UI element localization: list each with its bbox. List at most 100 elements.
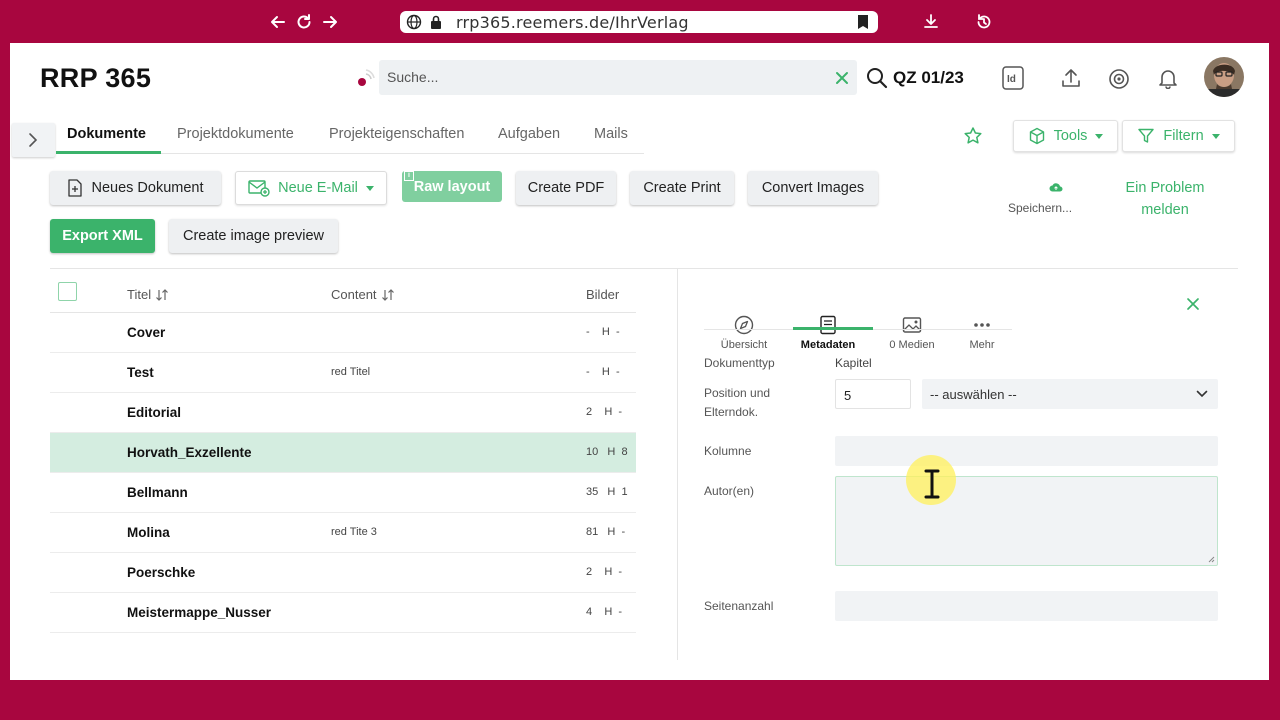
position-label: Position und Elterndok. xyxy=(704,384,770,422)
column-content-label: Content xyxy=(331,287,377,302)
notification-bell-icon[interactable] xyxy=(1157,67,1179,89)
live-signal-icon xyxy=(354,68,376,90)
detail-tab-metadata-label: Metadaten xyxy=(800,339,856,351)
detail-tab-overview[interactable]: Übersicht xyxy=(704,315,784,351)
position-label-line2: Elterndok. xyxy=(704,405,759,419)
parent-select-value: -- auswählen -- xyxy=(930,387,1017,402)
clear-search-icon[interactable] xyxy=(835,71,849,85)
tab-projektdokumente[interactable]: Projektdokumente xyxy=(177,126,294,142)
author-textarea[interactable] xyxy=(835,476,1218,566)
row-images: 2 H - xyxy=(586,566,623,578)
table-row[interactable]: Molina red Tite 3 81 H - xyxy=(50,513,636,553)
select-all-checkbox[interactable] xyxy=(58,282,77,301)
address-bar[interactable]: rrp365.reemers.de/IhrVerlag xyxy=(400,11,878,33)
tab-aufgaben[interactable]: Aufgaben xyxy=(498,126,560,142)
row-title: Meistermappe_Nusser xyxy=(127,605,272,620)
globe-icon xyxy=(406,14,422,30)
caret-down-icon xyxy=(365,185,374,191)
tab-mails[interactable]: Mails xyxy=(594,126,628,142)
filter-dropdown[interactable]: Filtern xyxy=(1122,120,1235,152)
row-title: Horvath_Exzellente xyxy=(127,445,252,460)
export-xml-label: Export XML xyxy=(62,228,143,244)
table-row[interactable]: Poerschke 2 H - xyxy=(50,553,636,593)
reload-icon[interactable] xyxy=(294,12,314,32)
caret-down-icon xyxy=(1211,133,1220,139)
column-header-content[interactable]: Content xyxy=(331,287,395,302)
row-content: red Titel xyxy=(331,366,371,378)
search-input[interactable]: Suche... xyxy=(379,60,857,95)
app-title: RRP 365 xyxy=(40,63,152,93)
create-pdf-button[interactable]: Create PDF xyxy=(516,171,616,205)
new-mail-icon xyxy=(248,180,270,197)
issue-selector[interactable]: QZ 01/23 xyxy=(893,68,964,88)
doc-type-value: Kapitel xyxy=(835,356,872,370)
history-icon[interactable] xyxy=(974,12,994,32)
forward-icon[interactable] xyxy=(320,12,340,32)
row-title: Cover xyxy=(127,325,166,340)
close-panel-icon[interactable] xyxy=(1186,297,1200,311)
more-dots-icon xyxy=(974,323,990,327)
column-header-images[interactable]: Bilder xyxy=(586,287,619,302)
author-label: Autor(en) xyxy=(704,484,755,498)
position-input[interactable]: 5 xyxy=(835,379,911,409)
new-email-button[interactable]: Neue E-Mail xyxy=(235,171,387,205)
filter-label: Filtern xyxy=(1163,128,1204,144)
table-row[interactable]: Test red Titel - H - xyxy=(50,353,636,393)
avatar[interactable] xyxy=(1204,57,1244,97)
cube-icon xyxy=(1029,127,1044,145)
upload-icon[interactable] xyxy=(1060,67,1082,89)
sidebar-expand-button[interactable] xyxy=(12,123,55,157)
download-icon[interactable] xyxy=(921,12,941,32)
row-content: red Tite 3 xyxy=(331,526,377,538)
parent-document-select[interactable]: -- auswählen -- xyxy=(922,379,1218,409)
convert-images-label: Convert Images xyxy=(761,180,865,196)
table-row[interactable]: Bellmann 35 H 1 xyxy=(50,473,636,513)
report-problem-link[interactable]: Ein Problem melden xyxy=(1110,177,1220,221)
row-title: Molina xyxy=(127,525,170,540)
row-images: - H - xyxy=(586,326,620,338)
table-row[interactable]: Meistermappe_Nusser 4 H - xyxy=(50,593,636,633)
new-document-button[interactable]: Neues Dokument xyxy=(50,171,221,205)
detail-tab-media[interactable]: 0 Medien xyxy=(872,315,952,351)
new-email-label: Neue E-Mail xyxy=(278,180,358,196)
column-input[interactable] xyxy=(835,436,1218,466)
table-row[interactable]: Editorial 2 H - xyxy=(50,393,636,433)
content-divider xyxy=(50,268,1238,269)
detail-active-tab-indicator xyxy=(793,327,873,330)
panel-divider xyxy=(677,268,678,660)
detail-tab-metadata[interactable]: Metadaten xyxy=(788,315,868,351)
target-icon[interactable] xyxy=(1108,68,1130,90)
tab-projekteigenschaften[interactable]: Projekteigenschaften xyxy=(329,126,464,142)
table-row-selected[interactable]: Horvath_Exzellente 10 H 8 xyxy=(50,433,636,473)
info-badge-icon: i xyxy=(404,171,414,181)
favorite-star-icon[interactable] xyxy=(963,126,983,146)
reader-mode-icon[interactable] xyxy=(856,14,870,30)
filter-icon xyxy=(1138,128,1155,143)
convert-images-button[interactable]: Convert Images xyxy=(748,171,878,205)
export-xml-button[interactable]: Export XML xyxy=(50,219,155,253)
search-icon[interactable] xyxy=(866,67,888,89)
back-icon[interactable] xyxy=(268,12,288,32)
tools-dropdown[interactable]: Tools xyxy=(1013,120,1118,152)
raw-layout-button[interactable]: i Raw layout xyxy=(402,171,502,202)
page-count-input[interactable] xyxy=(835,591,1218,621)
table-row[interactable]: Cover - H - xyxy=(50,313,636,353)
tab-dokumente[interactable]: Dokumente xyxy=(67,126,146,142)
row-images: 2 H - xyxy=(586,406,623,418)
resize-handle-icon[interactable] xyxy=(1208,556,1215,563)
column-images-label: Bilder xyxy=(586,287,620,302)
image-icon xyxy=(902,317,922,333)
app-window: RRP 365 Suche... QZ 01/23 Id Dokumente P… xyxy=(10,43,1269,680)
detail-tab-more[interactable]: Mehr xyxy=(942,315,1022,351)
report-problem-line2: melden xyxy=(1141,202,1189,218)
create-print-button[interactable]: Create Print xyxy=(630,171,734,205)
create-image-preview-button[interactable]: Create image preview xyxy=(169,219,338,253)
column-header-title[interactable]: Titel xyxy=(127,287,169,302)
raw-layout-label: Raw layout xyxy=(413,178,491,195)
column-title-label: Titel xyxy=(127,287,152,302)
row-images: 81 H - xyxy=(586,526,626,538)
indesign-icon[interactable]: Id xyxy=(1002,66,1024,90)
row-images: 4 H - xyxy=(586,606,623,618)
report-problem-line1: Ein Problem xyxy=(1125,180,1205,196)
search-placeholder: Suche... xyxy=(387,69,439,85)
